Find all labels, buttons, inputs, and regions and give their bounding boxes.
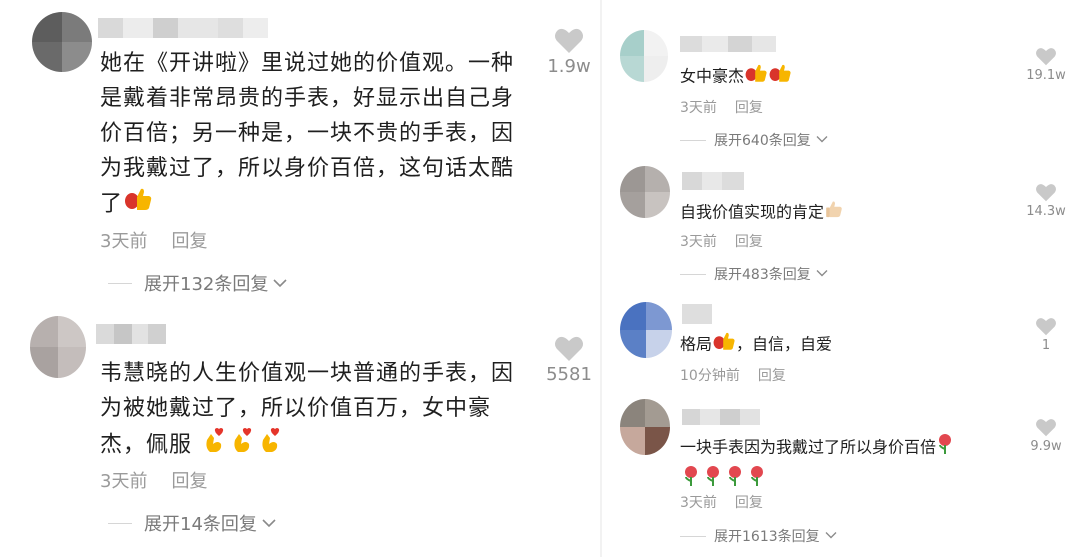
username-redacted[interactable] (682, 409, 760, 425)
username-redacted[interactable] (680, 36, 776, 52)
rose-emoji (746, 465, 768, 495)
finger-heart-emoji (228, 426, 256, 465)
like-button[interactable]: 9.9w (1019, 417, 1073, 454)
thumbs-up-emoji (712, 330, 736, 360)
like-count: 9.9w (1030, 439, 1062, 454)
finger-heart-emoji (256, 426, 284, 465)
thumbs-up-emoji (768, 62, 792, 92)
comment-meta: 10分钟前 回复 (680, 365, 786, 385)
like-count: 1 (1041, 338, 1051, 353)
expand-replies-button[interactable]: 展开640条回复 (680, 130, 829, 150)
like-button[interactable]: 1 (1019, 316, 1073, 353)
timestamp: 3天前 (680, 234, 717, 250)
comment-text: 一块手表因为我戴过了所以身价百倍 (680, 433, 1020, 495)
thumbs-up-emoji (824, 198, 846, 228)
avatar[interactable] (620, 302, 672, 358)
comment-text: 自我价值实现的肯定 (680, 198, 1040, 228)
chevron-down-icon (272, 273, 288, 294)
like-count: 5581 (546, 364, 592, 385)
thumbs-up-emoji (744, 62, 768, 92)
avatar[interactable] (620, 166, 670, 218)
reply-button[interactable]: 回复 (758, 365, 786, 385)
comment-text: 格局 ，自信，自爱 (680, 330, 1040, 360)
right-comment-panel: 女中豪杰 3天前 回复 展开640条回复 19.1w 自我价值实现的肯定 3天前… (602, 0, 1080, 557)
chevron-down-icon (824, 528, 838, 544)
heart-icon[interactable] (1035, 316, 1057, 336)
timestamp: 3天前 (680, 495, 717, 511)
comment-text: 女中豪杰 (680, 62, 1040, 92)
like-button[interactable]: 5581 (539, 334, 599, 385)
comment-meta: 3天前 回复 (680, 231, 763, 251)
rose-emoji (680, 465, 702, 495)
rose-emoji (702, 465, 724, 495)
heart-icon[interactable] (1035, 182, 1057, 202)
username-redacted[interactable] (98, 18, 268, 38)
comment-item: 女中豪杰 3天前 回复 展开640条回复 19.1w (602, 0, 1080, 150)
comment-item: 一块手表因为我戴过了所以身价百倍 3天前 回复 展开1613条回复 9.9w (602, 395, 1080, 557)
like-button[interactable]: 1.9w (539, 26, 599, 77)
expand-replies-button[interactable]: 展开132条回复 (108, 270, 288, 296)
comment-text: 她在《开讲啦》里说过她的价值观。一种 是戴着非常昂贵的手表，好显示出自己身 价百… (100, 46, 540, 223)
rose-emoji (936, 433, 954, 463)
avatar[interactable] (620, 30, 668, 82)
reply-button[interactable]: 回复 (735, 231, 763, 251)
heart-icon[interactable] (554, 334, 584, 362)
comment-meta: 3天前 回复 (100, 227, 207, 253)
rose-emoji (724, 465, 746, 495)
chevron-down-icon (815, 266, 829, 282)
heart-icon[interactable] (1035, 417, 1057, 437)
expand-replies-button[interactable]: 展开14条回复 (108, 510, 277, 536)
like-button[interactable]: 19.1w (1019, 46, 1073, 83)
comment-meta: 3天前 回复 (680, 492, 763, 512)
like-button[interactable]: 14.3w (1019, 182, 1073, 219)
username-redacted[interactable] (96, 324, 166, 344)
timestamp: 10分钟前 (680, 368, 740, 384)
chevron-down-icon (815, 132, 829, 148)
comment-item: 韦慧晓的人生价值观一块普通的手表，因 为被她戴过了，所以价值百万，女中豪 杰，佩… (0, 300, 600, 557)
avatar[interactable] (32, 12, 92, 72)
chevron-down-icon (261, 513, 277, 534)
avatar[interactable] (30, 316, 86, 378)
heart-icon[interactable] (554, 26, 584, 54)
avatar[interactable] (620, 399, 670, 455)
reply-button[interactable]: 回复 (171, 467, 207, 493)
left-comment-panel: 她在《开讲啦》里说过她的价值观。一种 是戴着非常昂贵的手表，好显示出自己身 价百… (0, 0, 600, 557)
like-count: 19.1w (1026, 68, 1066, 83)
expand-replies-button[interactable]: 展开1613条回复 (680, 526, 838, 546)
username-redacted[interactable] (682, 172, 744, 190)
timestamp: 3天前 (100, 231, 148, 252)
comment-meta: 3天前 回复 (680, 97, 763, 117)
comment-meta: 3天前 回复 (100, 467, 207, 493)
comment-item: 她在《开讲啦》里说过她的价值观。一种 是戴着非常昂贵的手表，好显示出自己身 价百… (0, 0, 600, 300)
heart-icon[interactable] (1035, 46, 1057, 66)
like-count: 14.3w (1026, 204, 1066, 219)
finger-heart-emoji (200, 426, 228, 465)
timestamp: 3天前 (680, 100, 717, 116)
expand-replies-button[interactable]: 展开483条回复 (680, 264, 829, 284)
username-redacted[interactable] (682, 304, 712, 324)
like-count: 1.9w (547, 56, 591, 77)
comment-item: 自我价值实现的肯定 3天前 回复 展开483条回复 14.3w (602, 150, 1080, 290)
reply-button[interactable]: 回复 (735, 492, 763, 512)
reply-button[interactable]: 回复 (735, 97, 763, 117)
reply-button[interactable]: 回复 (171, 227, 207, 253)
comment-item: 格局 ，自信，自爱 10分钟前 回复 1 (602, 290, 1080, 395)
comment-text: 韦慧晓的人生价值观一块普通的手表，因 为被她戴过了，所以价值百万，女中豪 杰，佩… (100, 356, 540, 465)
thumbs-up-emoji (123, 186, 153, 223)
timestamp: 3天前 (100, 471, 148, 492)
